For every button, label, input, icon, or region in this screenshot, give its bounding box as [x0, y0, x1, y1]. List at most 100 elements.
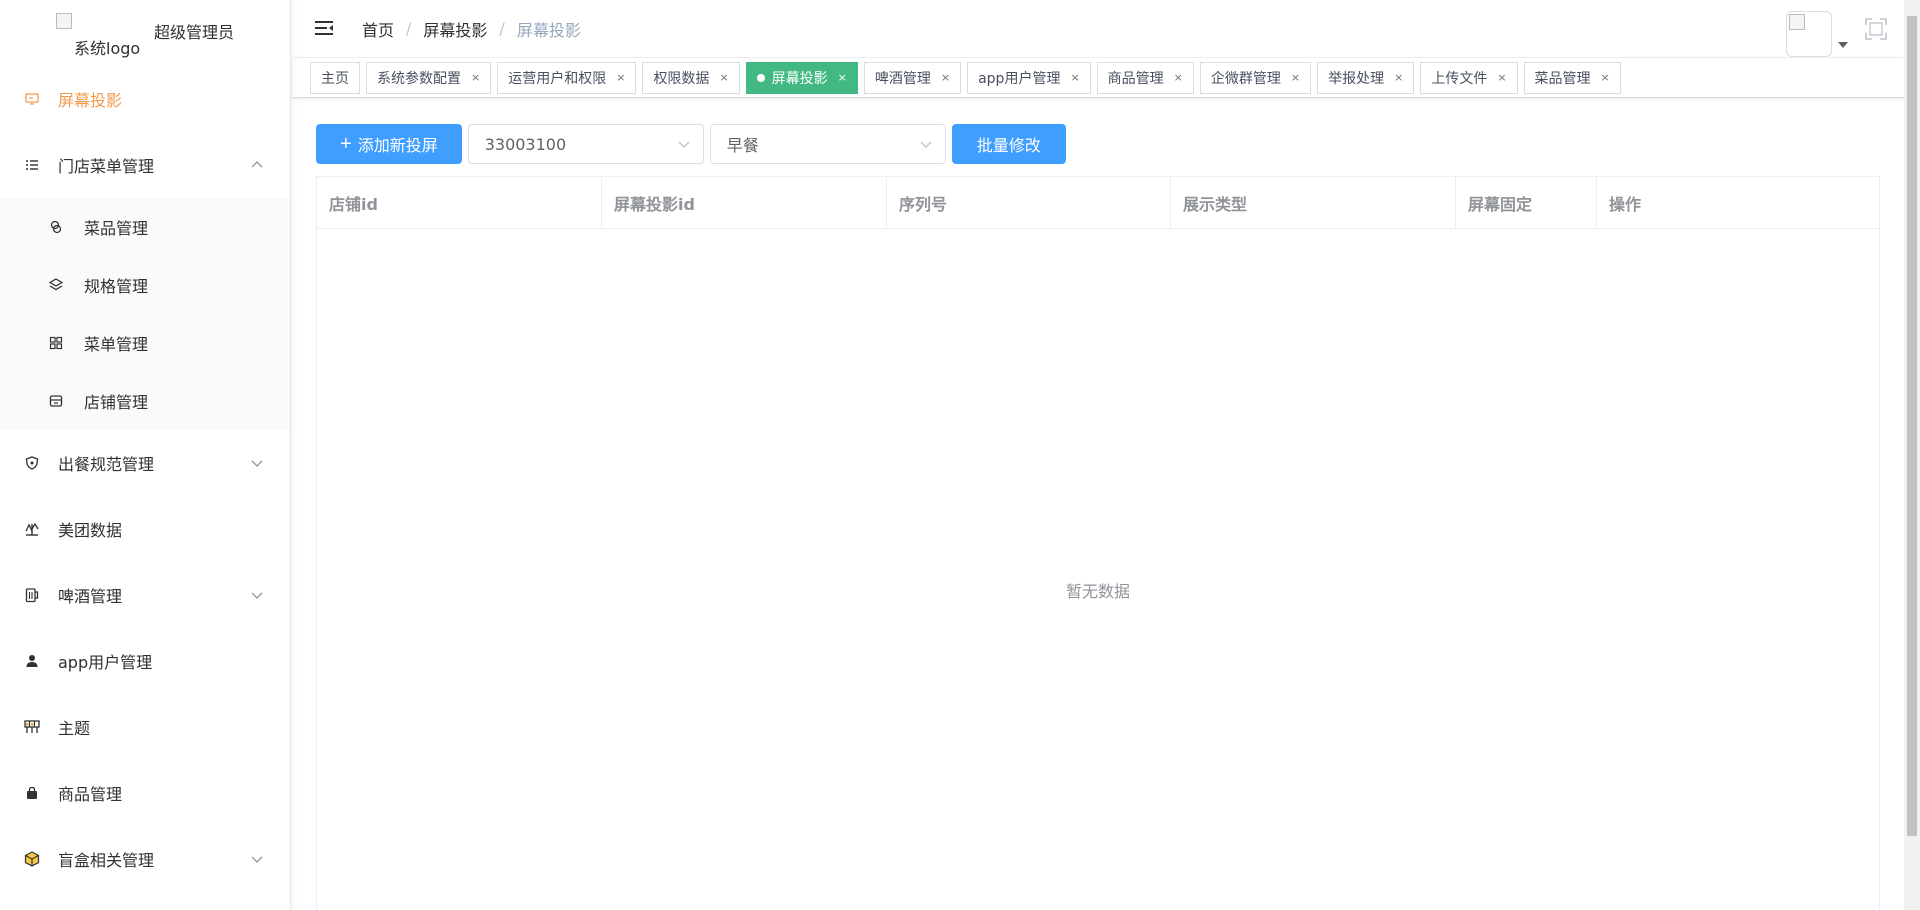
sidebar-item-beer-management[interactable]: 啤酒管理 [0, 562, 290, 628]
close-icon[interactable]: × [838, 71, 847, 84]
caret-down-icon[interactable] [1838, 42, 1848, 48]
tab-label: 举报处理 [1328, 70, 1385, 87]
sidebar-item-shop-management[interactable]: 店铺管理 [0, 372, 290, 430]
scale-icon [24, 521, 40, 537]
active-dot-icon [756, 73, 765, 82]
beer-icon [24, 587, 40, 603]
sidebar-item-product-management[interactable]: 商品管理 [0, 760, 290, 826]
tab-label: 权限数据 [653, 70, 710, 87]
tab-7[interactable]: 商品管理 × [1096, 61, 1194, 94]
broken-image-icon [1789, 14, 1805, 30]
top-navbar: 首页 / 屏幕投影 / 屏幕投影 [292, 0, 1904, 58]
sidebar-item-menu-management[interactable]: 菜单管理 [0, 314, 290, 372]
chevron-down-icon [251, 592, 263, 599]
meal-select[interactable]: 早餐 [709, 124, 946, 164]
close-icon[interactable]: × [1601, 71, 1610, 84]
store-select-value: 33003100 [484, 134, 567, 154]
sidebar-item-label: app用户管理 [58, 653, 153, 672]
tab-6[interactable]: app用户管理 × [967, 61, 1091, 94]
sidebar-item-theme[interactable]: 主题 [0, 694, 290, 760]
box-icon [24, 851, 40, 867]
scrollbar-thumb[interactable] [1907, 16, 1917, 836]
sidebar-item-label: 出餐规范管理 [58, 455, 155, 474]
tab-4[interactable]: 屏幕投影 × [745, 61, 858, 94]
list-icon [24, 157, 40, 173]
tab-label: 上传文件 [1431, 70, 1488, 87]
close-icon[interactable]: × [471, 71, 480, 84]
submenu-store-menu: 菜品管理 规格管理 菜单管理 店铺管理 [0, 198, 290, 430]
breadcrumb-home[interactable]: 首页 [362, 17, 394, 41]
sidebar-item-blind-box[interactable]: 盲盒相关管理 [0, 826, 290, 892]
close-icon[interactable]: × [616, 71, 625, 84]
page-scrollbar[interactable] [1904, 0, 1920, 910]
close-icon[interactable]: × [719, 71, 728, 84]
breadcrumb-separator: / [406, 19, 412, 38]
sidebar-item-spec-management[interactable]: 规格管理 [0, 256, 290, 314]
chevron-down-icon [678, 141, 690, 148]
column-header-display-type: 展示类型 [1171, 177, 1456, 229]
sidebar-item-label: 主题 [58, 719, 91, 738]
add-projection-label: 添加新投屏 [357, 138, 438, 155]
sidebar-item-label: 门店菜单管理 [58, 157, 155, 176]
sidebar-item-app-users[interactable]: app用户管理 [0, 628, 290, 694]
fullscreen-icon[interactable] [1864, 17, 1888, 41]
tab-11[interactable]: 菜品管理 × [1523, 61, 1621, 94]
monitor-icon [24, 91, 40, 107]
theme-icon [24, 719, 40, 735]
avatar[interactable] [1786, 11, 1832, 57]
store-select[interactable]: 33003100 [467, 124, 704, 164]
table-header: 店铺id 屏幕投影id 序列号 展示类型 屏幕固定 操作 [317, 177, 1879, 229]
hamburger-icon[interactable] [312, 17, 336, 41]
chevron-down-icon [251, 460, 263, 467]
close-icon[interactable]: × [1497, 71, 1506, 84]
add-projection-button[interactable]: + 添加新投屏 [316, 124, 462, 164]
close-icon[interactable]: × [1070, 71, 1079, 84]
sidebar-item-label: 啤酒管理 [58, 587, 123, 606]
chevron-up-icon [251, 161, 263, 168]
sidebar-item-label: 商品管理 [58, 785, 123, 804]
column-header-projection-id: 屏幕投影id [602, 177, 887, 229]
tab-label: app用户管理 [978, 70, 1061, 87]
sidebar: 系统logo 超级管理员 屏幕投影 门店菜单管理 菜品管理 规格管理 菜单管理 … [0, 0, 291, 910]
tab-label: 企微群管理 [1210, 70, 1281, 87]
close-icon[interactable]: × [941, 71, 950, 84]
tab-10[interactable]: 上传文件 × [1420, 61, 1518, 94]
chevron-down-icon [251, 856, 263, 863]
logo-row: 系统logo 超级管理员 [0, 0, 290, 66]
tab-label: 菜品管理 [1534, 70, 1591, 87]
tab-label: 啤酒管理 [874, 70, 931, 87]
tab-8[interactable]: 企微群管理 × [1199, 61, 1312, 94]
sidebar-item-label: 盲盒相关管理 [58, 851, 155, 870]
tab-label: 商品管理 [1107, 70, 1164, 87]
broken-image-icon [56, 13, 72, 29]
sidebar-item-store-menu[interactable]: 门店菜单管理 [0, 132, 290, 198]
tab-label: 主页 [321, 70, 349, 87]
tab-0[interactable]: 主页 [310, 61, 360, 94]
breadcrumb-separator: / [499, 19, 505, 38]
toolbar: + 添加新投屏 33003100 早餐 批量修改 [316, 124, 1066, 164]
tab-label: 屏幕投影 [771, 70, 828, 87]
batch-edit-button[interactable]: 批量修改 [951, 124, 1066, 164]
user-role-title: 超级管理员 [154, 23, 235, 42]
sidebar-item-dish-management[interactable]: 菜品管理 [0, 198, 290, 256]
meal-select-value: 早餐 [726, 136, 759, 155]
tab-9[interactable]: 举报处理 × [1317, 61, 1415, 94]
breadcrumb-section[interactable]: 屏幕投影 [423, 17, 487, 41]
close-icon[interactable]: × [1394, 71, 1403, 84]
shop-icon [48, 393, 64, 409]
logo-alt-text: 系统logo [74, 39, 141, 58]
plus-icon: + [340, 133, 352, 155]
sidebar-item-screen-projection[interactable]: 屏幕投影 [0, 66, 290, 132]
sidebar-item-label: 菜品管理 [84, 219, 149, 238]
close-icon[interactable]: × [1174, 71, 1183, 84]
sidebar-item-label: 美团数据 [58, 521, 123, 540]
user-icon [24, 653, 40, 669]
sidebar-item-meal-standard[interactable]: 出餐规范管理 [0, 430, 290, 496]
tab-5[interactable]: 啤酒管理 × [863, 61, 962, 94]
tab-1[interactable]: 系统参数配置 × [366, 61, 492, 94]
close-icon[interactable]: × [1291, 71, 1300, 84]
tab-3[interactable]: 权限数据 × [642, 61, 740, 94]
sidebar-item-meituan-data[interactable]: 美团数据 [0, 496, 290, 562]
tab-2[interactable]: 运营用户和权限 × [497, 61, 637, 94]
tab-label: 运营用户和权限 [508, 70, 607, 87]
